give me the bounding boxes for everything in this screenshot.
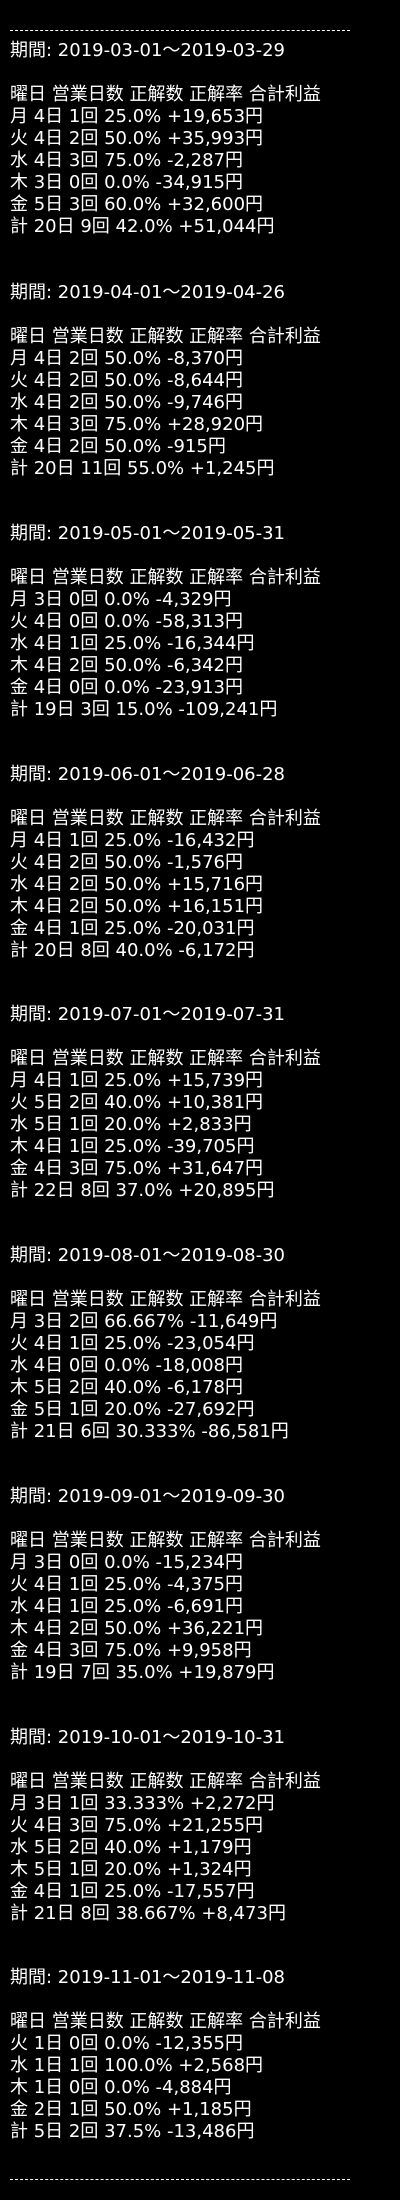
period-block-2019-11: 期間: 2019-11-01～2019-11-08 曜日 営業日数 正解数 正解… — [10, 1967, 390, 2143]
row-total: 計 19日 7回 35.0% +19,879円 — [10, 1662, 275, 1683]
period-block-2019-08: 期間: 2019-08-01～2019-08-30 曜日 営業日数 正解数 正解… — [10, 1245, 390, 1443]
column-header: 曜日 営業日数 正解数 正解率 合計利益 — [10, 1530, 321, 1551]
row-mon: 月 3日 1回 33.333% +2,272円 — [10, 1793, 275, 1814]
row-tue: 火 4日 2回 50.0% -8,644円 — [10, 370, 243, 391]
top-separator — [10, 30, 350, 31]
row-tue: 火 1日 0回 0.0% -12,355円 — [10, 2033, 243, 2054]
row-tue: 火 4日 1回 25.0% -23,054円 — [10, 1333, 255, 1354]
row-wed: 水 4日 2回 50.0% -9,746円 — [10, 392, 243, 413]
period-label: 期間: 2019-10-01～2019-10-31 — [10, 1727, 286, 1748]
column-header: 曜日 営業日数 正解数 正解率 合計利益 — [10, 2011, 321, 2032]
column-header: 曜日 営業日数 正解数 正解率 合計利益 — [10, 1771, 321, 1792]
row-thu: 木 4日 2回 50.0% +16,151円 — [10, 896, 264, 917]
column-header: 曜日 営業日数 正解数 正解率 合計利益 — [10, 84, 321, 105]
bottom-separator — [10, 2179, 350, 2180]
row-fri: 金 4日 3回 75.0% +9,958円 — [10, 1640, 252, 1661]
row-wed: 水 4日 1回 25.0% -16,344円 — [10, 633, 255, 654]
period-block-2019-10: 期間: 2019-10-01～2019-10-31 曜日 営業日数 正解数 正解… — [10, 1727, 390, 1925]
column-header: 曜日 営業日数 正解数 正解率 合計利益 — [10, 326, 321, 347]
period-label: 期間: 2019-04-01～2019-04-26 — [10, 282, 286, 303]
row-thu: 木 1日 0回 0.0% -4,884円 — [10, 2077, 232, 2098]
row-total: 計 20日 11回 55.0% +1,245円 — [10, 458, 275, 479]
row-total: 計 20日 9回 42.0% +51,044円 — [10, 216, 275, 237]
row-mon: 月 4日 2回 50.0% -8,370円 — [10, 348, 243, 369]
column-header: 曜日 営業日数 正解数 正解率 合計利益 — [10, 567, 321, 588]
period-label: 期間: 2019-03-01～2019-03-29 — [10, 40, 286, 61]
row-wed: 水 5日 2回 40.0% +1,179円 — [10, 1837, 252, 1858]
row-thu: 木 5日 2回 40.0% -6,178円 — [10, 1377, 243, 1398]
row-mon: 月 4日 1回 25.0% +15,739円 — [10, 1070, 264, 1091]
period-label: 期間: 2019-11-01～2019-11-08 — [10, 1967, 286, 1988]
row-fri: 金 4日 3回 75.0% +31,647円 — [10, 1158, 264, 1179]
row-mon: 月 3日 0回 0.0% -4,329円 — [10, 589, 232, 610]
row-wed: 水 5日 1回 20.0% +2,833円 — [10, 1114, 252, 1135]
column-header: 曜日 営業日数 正解数 正解率 合計利益 — [10, 1048, 321, 1069]
row-fri: 金 4日 2回 50.0% -915円 — [10, 436, 226, 457]
row-total: 計 21日 6回 30.333% -86,581円 — [10, 1421, 289, 1442]
period-block-2019-05: 期間: 2019-05-01～2019-05-31 曜日 営業日数 正解数 正解… — [10, 523, 390, 721]
row-wed: 水 4日 2回 50.0% +15,716円 — [10, 874, 264, 895]
row-fri: 金 5日 1回 20.0% -27,692円 — [10, 1399, 255, 1420]
column-header: 曜日 営業日数 正解数 正解率 合計利益 — [10, 808, 321, 829]
row-wed: 水 1日 1回 100.0% +2,568円 — [10, 2055, 264, 2076]
period-label: 期間: 2019-05-01～2019-05-31 — [10, 523, 286, 544]
row-fri: 金 4日 1回 25.0% -20,031円 — [10, 918, 255, 939]
row-tue: 火 5日 2回 40.0% +10,381円 — [10, 1092, 264, 1113]
period-label: 期間: 2019-09-01～2019-09-30 — [10, 1486, 286, 1507]
row-wed: 水 4日 0回 0.0% -18,008円 — [10, 1355, 243, 1376]
row-fri: 金 2日 1回 50.0% +1,185円 — [10, 2099, 252, 2120]
period-label: 期間: 2019-07-01～2019-07-31 — [10, 1004, 286, 1025]
period-block-2019-09: 期間: 2019-09-01～2019-09-30 曜日 営業日数 正解数 正解… — [10, 1486, 390, 1684]
report-page: 期間: 2019-03-01～2019-03-29 曜日 営業日数 正解数 正解… — [0, 0, 400, 2200]
row-thu: 木 4日 2回 50.0% -6,342円 — [10, 655, 243, 676]
row-mon: 月 4日 1回 25.0% +19,653円 — [10, 106, 264, 127]
row-total: 計 22日 8回 37.0% +20,895円 — [10, 1180, 275, 1201]
row-mon: 月 4日 1回 25.0% -16,432円 — [10, 830, 255, 851]
row-thu: 木 4日 2回 50.0% +36,221円 — [10, 1618, 264, 1639]
period-label: 期間: 2019-06-01～2019-06-28 — [10, 764, 286, 785]
row-thu: 木 4日 1回 25.0% -39,705円 — [10, 1136, 255, 1157]
row-total: 計 5日 2回 37.5% -13,486円 — [10, 2121, 255, 2142]
row-total: 計 19日 3回 15.0% -109,241円 — [10, 699, 278, 720]
row-thu: 木 4日 3回 75.0% +28,920円 — [10, 414, 264, 435]
period-block-2019-04: 期間: 2019-04-01～2019-04-26 曜日 営業日数 正解数 正解… — [10, 282, 390, 480]
row-tue: 火 4日 2回 50.0% +35,993円 — [10, 128, 264, 149]
period-block-2019-06: 期間: 2019-06-01～2019-06-28 曜日 営業日数 正解数 正解… — [10, 764, 390, 962]
column-header: 曜日 営業日数 正解数 正解率 合計利益 — [10, 1289, 321, 1310]
row-tue: 火 4日 3回 75.0% +21,255円 — [10, 1815, 264, 1836]
row-wed: 水 4日 3回 75.0% -2,287円 — [10, 150, 243, 171]
row-thu: 木 5日 1回 20.0% +1,324円 — [10, 1859, 252, 1880]
row-wed: 水 4日 1回 25.0% -6,691円 — [10, 1596, 243, 1617]
period-block-2019-07: 期間: 2019-07-01～2019-07-31 曜日 営業日数 正解数 正解… — [10, 1004, 390, 1202]
row-fri: 金 4日 0回 0.0% -23,913円 — [10, 677, 243, 698]
row-mon: 月 3日 2回 66.667% -11,649円 — [10, 1311, 278, 1332]
row-mon: 月 3日 0回 0.0% -15,234円 — [10, 1552, 243, 1573]
row-thu: 木 3日 0回 0.0% -34,915円 — [10, 172, 243, 193]
row-fri: 金 5日 3回 60.0% +32,600円 — [10, 194, 264, 215]
period-label: 期間: 2019-08-01～2019-08-30 — [10, 1245, 286, 1266]
row-tue: 火 4日 0回 0.0% -58,313円 — [10, 611, 243, 632]
period-block-2019-03: 期間: 2019-03-01～2019-03-29 曜日 営業日数 正解数 正解… — [10, 40, 390, 238]
row-tue: 火 4日 2回 50.0% -1,576円 — [10, 852, 243, 873]
row-tue: 火 4日 1回 25.0% -4,375円 — [10, 1574, 243, 1595]
row-total: 計 21日 8回 38.667% +8,473円 — [10, 1903, 286, 1924]
row-fri: 金 4日 1回 25.0% -17,557円 — [10, 1881, 255, 1902]
row-total: 計 20日 8回 40.0% -6,172円 — [10, 940, 255, 961]
